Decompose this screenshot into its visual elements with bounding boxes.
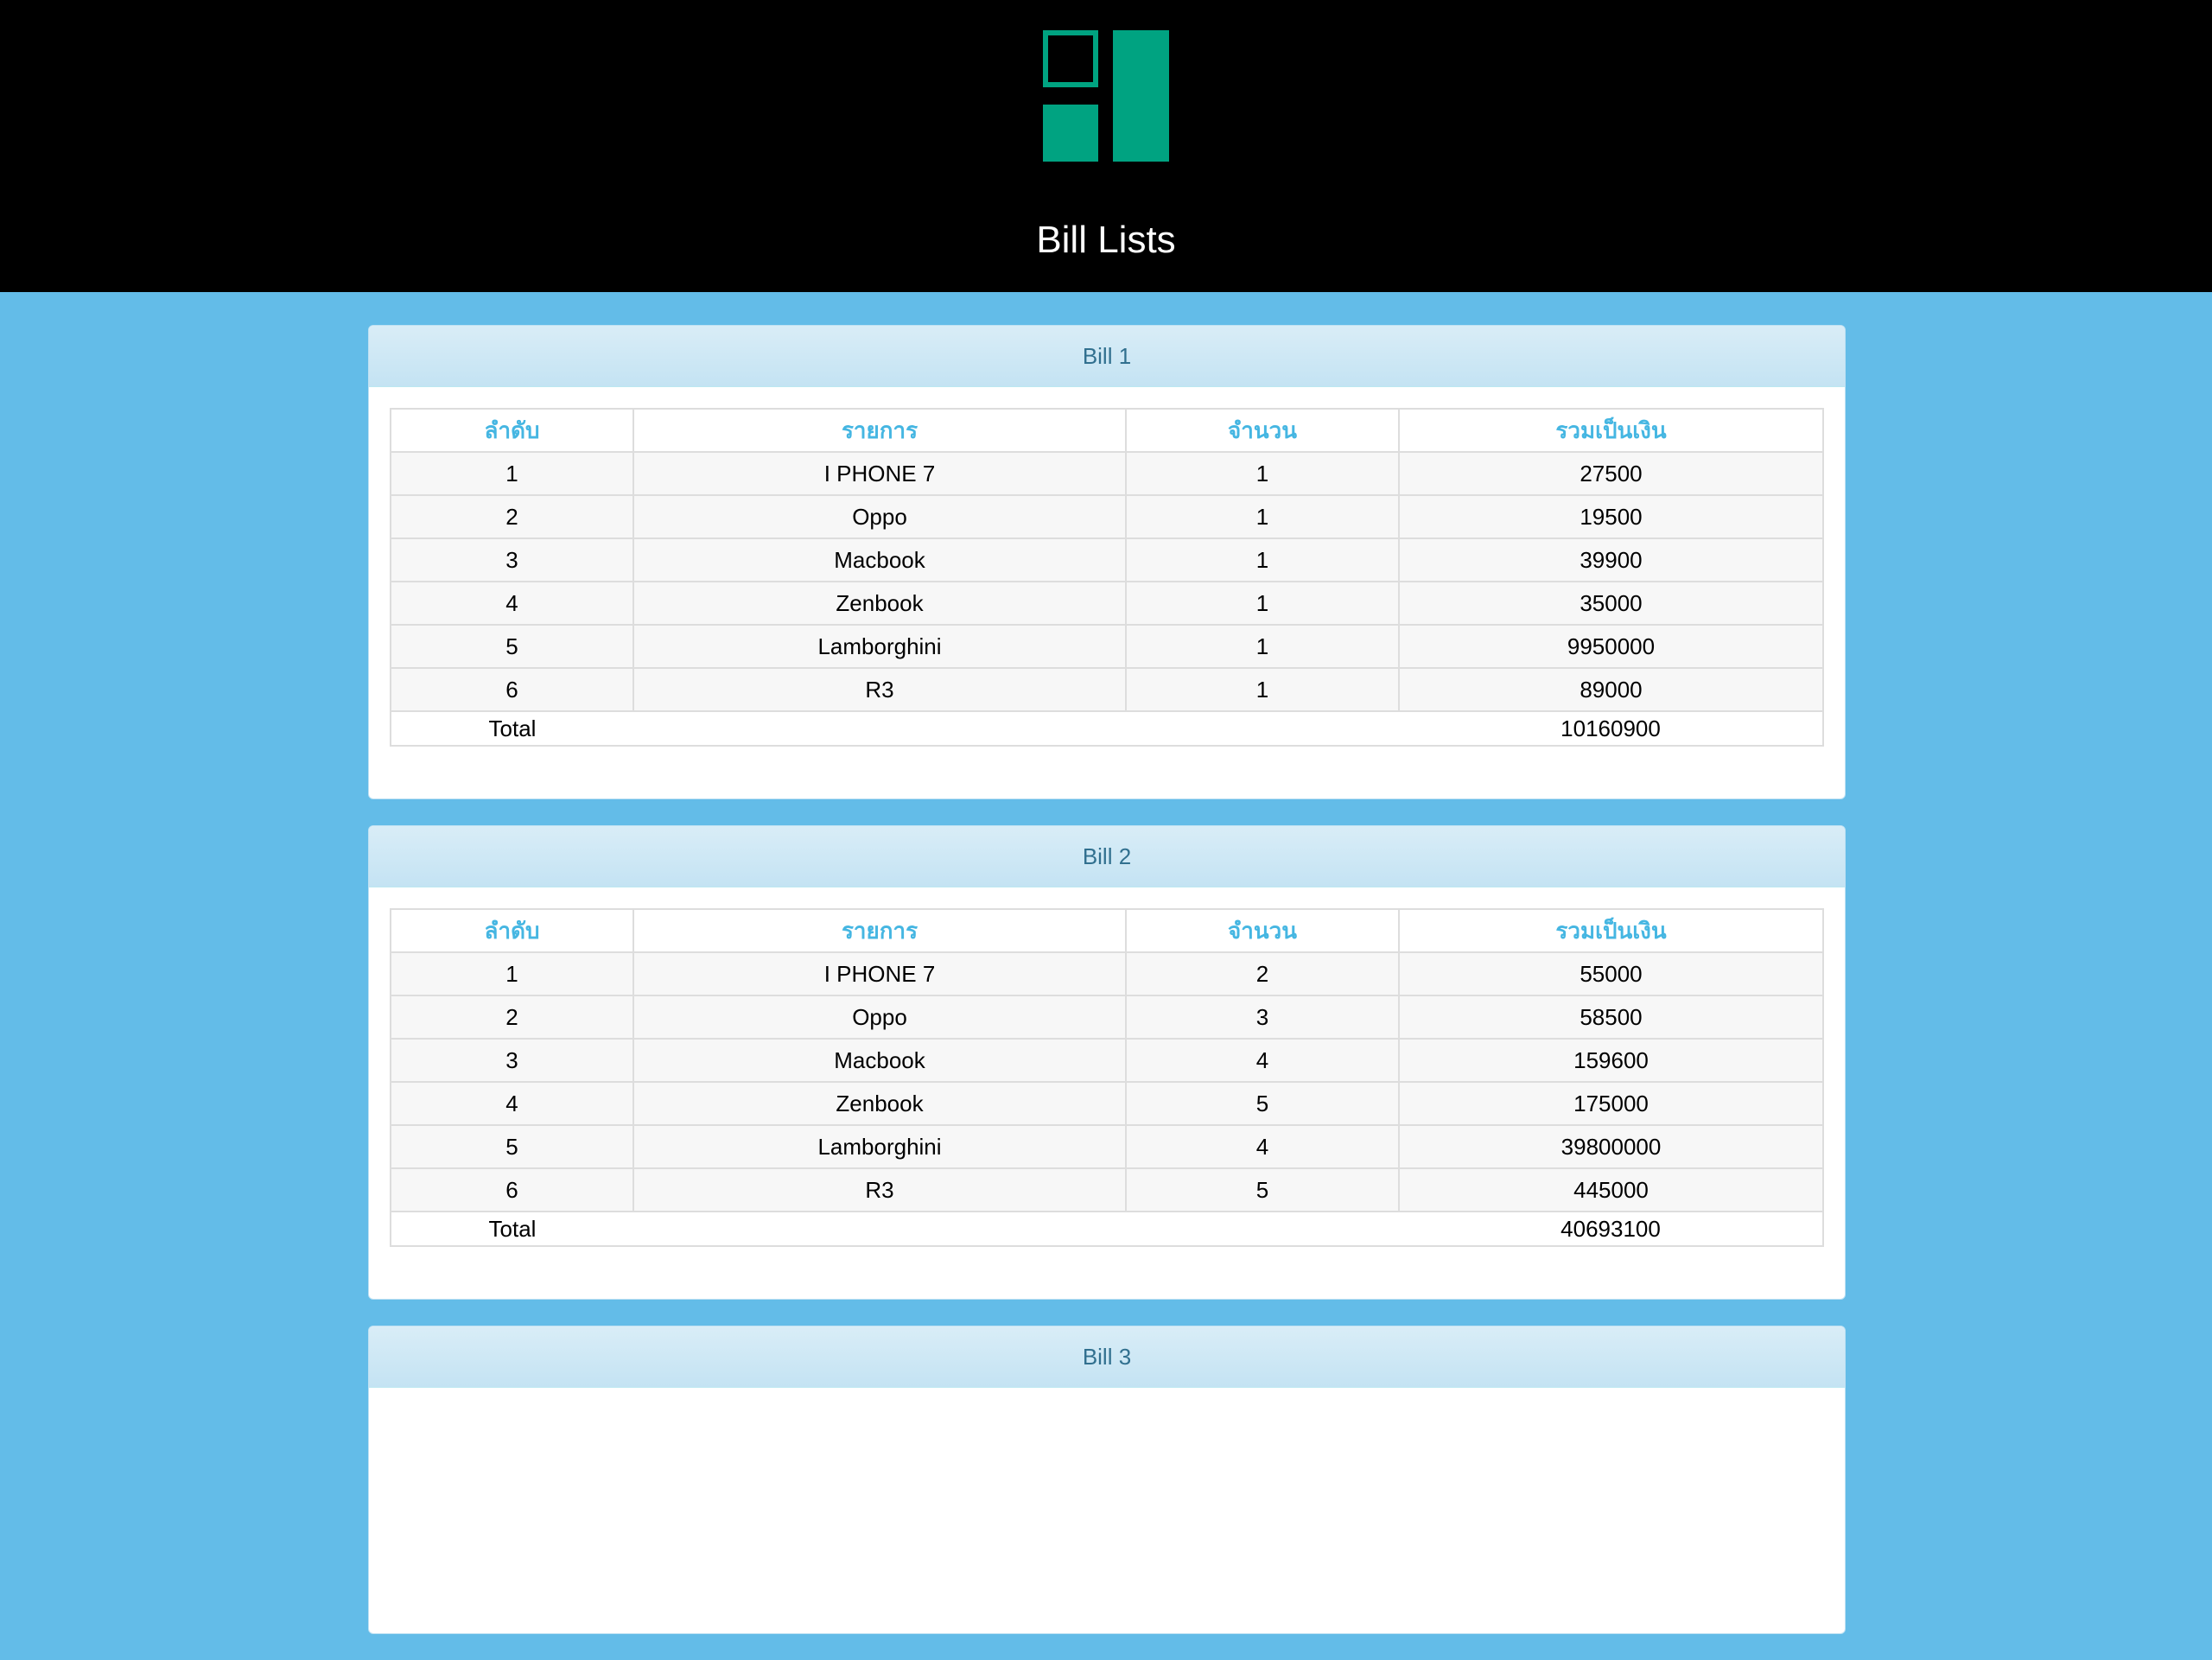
table-row: 6 R3 5 445000 <box>390 1167 1824 1212</box>
cell-amount: 89000 <box>1398 667 1824 712</box>
cell-amount: 58500 <box>1398 995 1824 1040</box>
cell-order: 2 <box>390 995 634 1040</box>
cell-item: R3 <box>632 667 1127 712</box>
cell-item: Lamborghini <box>632 624 1127 669</box>
column-header-amount: รวมเป็นเงิน <box>1398 908 1824 953</box>
cell-amount: 39900 <box>1398 537 1824 582</box>
cell-order: 5 <box>390 1124 634 1169</box>
cell-quantity: 2 <box>1125 951 1400 996</box>
column-header-item: รายการ <box>632 408 1127 453</box>
cell-item: Macbook <box>632 1038 1127 1083</box>
cell-order: 6 <box>390 667 634 712</box>
cell-order: 1 <box>390 951 634 996</box>
bill-panel: Bill 3 <box>368 1326 1846 1634</box>
cell-quantity: 5 <box>1125 1081 1400 1126</box>
table-row: 3 Macbook 4 159600 <box>390 1038 1824 1083</box>
cell-order: 4 <box>390 581 634 626</box>
cell-item: Macbook <box>632 537 1127 582</box>
cell-quantity: 1 <box>1125 451 1400 496</box>
cell-quantity: 1 <box>1125 537 1400 582</box>
column-header-item: รายการ <box>632 908 1127 953</box>
column-header-amount: รวมเป็นเงิน <box>1398 408 1824 453</box>
table-row: 1 I PHONE 7 2 55000 <box>390 951 1824 996</box>
cell-amount: 35000 <box>1398 581 1824 626</box>
cell-amount: 159600 <box>1398 1038 1824 1083</box>
cell-amount: 9950000 <box>1398 624 1824 669</box>
table-row: 5 Lamborghini 1 9950000 <box>390 624 1824 669</box>
bill-panel: Bill 1 ลำดับ รายการ จำนวน รวมเป็นเงิน 1 … <box>368 325 1846 799</box>
cell-amount: 39800000 <box>1398 1124 1824 1169</box>
cell-item: Oppo <box>632 494 1127 539</box>
cell-amount: 445000 <box>1398 1167 1824 1212</box>
cell-quantity: 1 <box>1125 581 1400 626</box>
total-spacer <box>633 1211 1126 1247</box>
cell-amount: 27500 <box>1398 451 1824 496</box>
cell-amount: 175000 <box>1398 1081 1824 1126</box>
cell-order: 6 <box>390 1167 634 1212</box>
cell-item: Lamborghini <box>632 1124 1127 1169</box>
column-header-quantity: จำนวน <box>1125 908 1400 953</box>
cell-order: 4 <box>390 1081 634 1126</box>
cell-quantity: 3 <box>1125 995 1400 1040</box>
cell-quantity: 1 <box>1125 624 1400 669</box>
cell-quantity: 1 <box>1125 494 1400 539</box>
cell-quantity: 5 <box>1125 1167 1400 1212</box>
page-header: Bill Lists <box>0 0 2212 292</box>
cell-item: R3 <box>632 1167 1127 1212</box>
total-value: 10160900 <box>1399 710 1824 747</box>
column-header-quantity: จำนวน <box>1125 408 1400 453</box>
column-header-order: ลำดับ <box>390 408 634 453</box>
cell-amount: 19500 <box>1398 494 1824 539</box>
cell-item: Oppo <box>632 995 1127 1040</box>
cell-item: I PHONE 7 <box>632 451 1127 496</box>
bill-body <box>369 1388 1845 1633</box>
page-title: Bill Lists <box>1036 219 1176 261</box>
cell-order: 2 <box>390 494 634 539</box>
table-row: 3 Macbook 1 39900 <box>390 537 1824 582</box>
total-spacer <box>1126 1211 1399 1247</box>
total-value: 40693100 <box>1399 1211 1824 1247</box>
table-row: 4 Zenbook 5 175000 <box>390 1081 1824 1126</box>
cell-order: 5 <box>390 624 634 669</box>
total-spacer <box>1126 710 1399 747</box>
table-header-row: ลำดับ รายการ จำนวน รวมเป็นเงิน <box>390 908 1824 953</box>
cell-amount: 55000 <box>1398 951 1824 996</box>
table-header-row: ลำดับ รายการ จำนวน รวมเป็นเงิน <box>390 408 1824 453</box>
cell-item: I PHONE 7 <box>632 951 1127 996</box>
logo-icon <box>1043 30 1169 162</box>
bill-table: ลำดับ รายการ จำนวน รวมเป็นเงิน 1 I PHONE… <box>390 408 1824 747</box>
cell-quantity: 4 <box>1125 1038 1400 1083</box>
cell-quantity: 1 <box>1125 667 1400 712</box>
cell-item: Zenbook <box>632 581 1127 626</box>
column-header-order: ลำดับ <box>390 908 634 953</box>
table-row: 1 I PHONE 7 1 27500 <box>390 451 1824 496</box>
cell-order: 1 <box>390 451 634 496</box>
total-row: Total 10160900 <box>390 710 1824 747</box>
table-row: 2 Oppo 1 19500 <box>390 494 1824 539</box>
cell-order: 3 <box>390 1038 634 1083</box>
bill-panel: Bill 2 ลำดับ รายการ จำนวน รวมเป็นเงิน 1 … <box>368 825 1846 1300</box>
cell-item: Zenbook <box>632 1081 1127 1126</box>
bill-body: ลำดับ รายการ จำนวน รวมเป็นเงิน 1 I PHONE… <box>369 387 1845 798</box>
bill-title: Bill 3 <box>369 1326 1845 1388</box>
cell-order: 3 <box>390 537 634 582</box>
bill-title: Bill 1 <box>369 326 1845 387</box>
table-row: 4 Zenbook 1 35000 <box>390 581 1824 626</box>
bill-body: ลำดับ รายการ จำนวน รวมเป็นเงิน 1 I PHONE… <box>369 887 1845 1299</box>
table-row: 6 R3 1 89000 <box>390 667 1824 712</box>
table-row: 2 Oppo 3 58500 <box>390 995 1824 1040</box>
total-row: Total 40693100 <box>390 1211 1824 1247</box>
total-label: Total <box>390 1211 633 1247</box>
cell-quantity: 4 <box>1125 1124 1400 1169</box>
total-spacer <box>633 710 1126 747</box>
bill-table: ลำดับ รายการ จำนวน รวมเป็นเงิน 1 I PHONE… <box>390 908 1824 1247</box>
table-row: 5 Lamborghini 4 39800000 <box>390 1124 1824 1169</box>
total-label: Total <box>390 710 633 747</box>
bill-title: Bill 2 <box>369 826 1845 887</box>
bill-list: Bill 1 ลำดับ รายการ จำนวน รวมเป็นเงิน 1 … <box>368 325 1846 1660</box>
